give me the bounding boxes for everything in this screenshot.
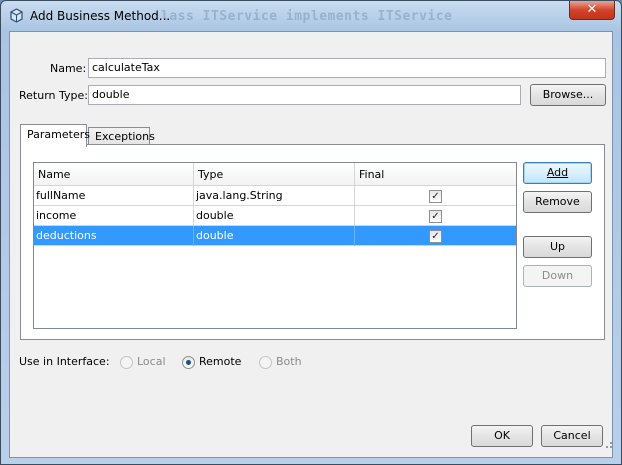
remove-button[interactable]: Remove <box>523 191 592 213</box>
parameters-panel: Name Type Final fullName java.lang.Strin… <box>20 144 605 340</box>
checkmark-icon[interactable]: ✓ <box>429 210 442 223</box>
return-type-input[interactable]: double <box>88 85 521 105</box>
use-in-interface-label: Use in Interface: <box>19 355 110 368</box>
dialog-content: Name: calculateTax Return Type: double B… <box>9 31 613 458</box>
column-header-final[interactable]: Final <box>355 163 516 186</box>
window-title: Add Business Method... <box>30 9 171 23</box>
table-row-selected[interactable]: deductions double ✓ <box>34 226 516 246</box>
ok-button[interactable]: OK <box>471 425 533 447</box>
background-code-text: lass ITService implements ITService <box>161 9 453 24</box>
parameters-table[interactable]: Name Type Final fullName java.lang.Strin… <box>33 162 517 329</box>
radio-local-label: Local <box>137 355 166 368</box>
name-input[interactable]: calculateTax <box>88 58 606 78</box>
cell-name[interactable]: income <box>34 206 194 226</box>
resize-grip-icon[interactable] <box>606 442 612 448</box>
radio-remote[interactable] <box>182 356 195 369</box>
cell-type[interactable]: double <box>194 206 355 226</box>
table-row[interactable]: income double ✓ <box>34 206 516 226</box>
return-type-label: Return Type: <box>19 89 88 102</box>
cell-name[interactable]: fullName <box>34 186 194 206</box>
radio-both <box>259 356 272 369</box>
column-header-type[interactable]: Type <box>194 163 355 186</box>
cell-name[interactable]: deductions <box>34 226 194 246</box>
cell-final[interactable]: ✓ <box>355 226 516 246</box>
browse-button[interactable]: Browse... <box>530 84 606 106</box>
table-header: Name Type Final <box>34 163 516 186</box>
checkmark-icon[interactable]: ✓ <box>429 190 442 203</box>
tab-parameters[interactable]: Parameters <box>20 124 90 147</box>
down-button: Down <box>523 265 592 287</box>
radio-local <box>120 356 133 369</box>
title-bar[interactable]: lass ITService implements ITService Add … <box>1 1 621 31</box>
name-label: Name: <box>50 62 87 75</box>
cell-final[interactable]: ✓ <box>355 186 516 206</box>
close-icon: ✕ <box>586 2 598 17</box>
radio-remote-label[interactable]: Remote <box>199 355 241 368</box>
table-row[interactable]: fullName java.lang.String ✓ <box>34 186 516 206</box>
add-button[interactable]: Add <box>523 162 592 184</box>
radio-both-label: Both <box>276 355 302 368</box>
checkmark-icon[interactable]: ✓ <box>429 230 442 243</box>
dialog-window: lass ITService implements ITService Add … <box>0 0 622 465</box>
cell-type[interactable]: java.lang.String <box>194 186 355 206</box>
column-header-name[interactable]: Name <box>34 163 194 186</box>
cell-type[interactable]: double <box>194 226 355 246</box>
close-button[interactable]: ✕ <box>569 1 615 20</box>
bean-icon <box>10 8 23 23</box>
up-button[interactable]: Up <box>523 236 592 258</box>
cancel-button[interactable]: Cancel <box>541 425 603 447</box>
cell-final[interactable]: ✓ <box>355 206 516 226</box>
